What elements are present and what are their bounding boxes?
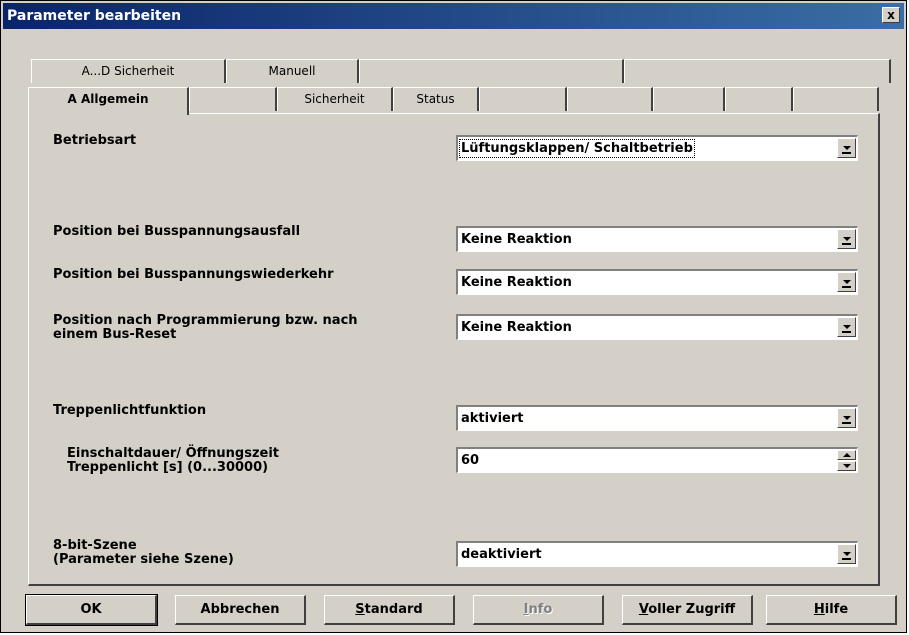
busspannungswiederkehr-value: Keine Reaktion <box>461 275 572 290</box>
tab-empty-1[interactable] <box>359 59 624 83</box>
spin-down-icon[interactable] <box>837 461 856 471</box>
voller-hotkey: V <box>638 602 649 617</box>
tab-empty-7[interactable] <box>725 87 793 111</box>
einschaltdauer-label-line2: Treppenlicht [s] (0...30000) <box>67 460 269 475</box>
spin-buttons <box>837 450 856 471</box>
tab-empty-2[interactable] <box>624 59 891 83</box>
chevron-down-icon[interactable] <box>837 138 856 158</box>
hilfe-button[interactable]: Hilfe <box>766 595 897 625</box>
einschaltdauer-label-line1: Einschaltdauer/ Öffnungszeit <box>67 446 280 461</box>
close-button[interactable]: x <box>882 7 900 23</box>
tab-empty-8[interactable] <box>793 87 879 111</box>
programmierung-label-line2: einem Bus-Reset <box>53 327 177 342</box>
tab-a-allgemein[interactable]: A Allgemein <box>28 87 189 115</box>
busspannungsausfall-label: Position bei Busspannungsausfall <box>53 224 301 239</box>
programmierung-value: Keine Reaktion <box>461 320 572 335</box>
chevron-down-icon[interactable] <box>837 544 856 564</box>
tab-empty-6[interactable] <box>653 87 725 111</box>
tab-ad-sicherheit[interactable]: A...D Sicherheit <box>31 59 226 83</box>
tab-empty-4[interactable] <box>479 87 567 111</box>
betriebsart-value: Lüftungsklappen/ Schaltbetrieb <box>459 139 695 158</box>
szene-select[interactable]: deaktiviert <box>456 541 858 567</box>
programmierung-select[interactable]: Keine Reaktion <box>456 314 858 340</box>
voller-label: oller Zugriff <box>648 602 736 617</box>
title-bar[interactable]: Parameter bearbeiten x <box>3 3 904 29</box>
treppenlicht-label: Treppenlichtfunktion <box>53 403 207 418</box>
einschaltdauer-spinbox[interactable]: 60 <box>456 447 858 473</box>
window-title: Parameter bearbeiten <box>7 8 182 24</box>
programmierung-label-line1: Position nach Programmierung bzw. nach <box>53 313 358 328</box>
treppenlicht-value: aktiviert <box>461 411 524 426</box>
busspannungsausfall-select[interactable]: Keine Reaktion <box>456 226 858 252</box>
einschaltdauer-value: 60 <box>461 453 480 468</box>
voller-zugriff-button[interactable]: Voller Zugriff <box>622 595 753 625</box>
szene-label-line1: 8-bit-Szene <box>53 538 137 553</box>
ok-button[interactable]: OK <box>25 594 158 626</box>
szene-label: 8-bit-Szene (Parameter siehe Szene) <box>53 539 234 567</box>
tab-status[interactable]: Status <box>393 87 479 111</box>
busspannungswiederkehr-label: Position bei Busspannungswiederkehr <box>53 267 334 282</box>
chevron-down-icon[interactable] <box>837 229 856 249</box>
abbrechen-button[interactable]: Abbrechen <box>175 595 306 625</box>
tab-sicherheit[interactable]: Sicherheit <box>277 87 393 111</box>
tab-empty-5[interactable] <box>567 87 653 111</box>
parameter-panel <box>28 113 880 586</box>
hilfe-label: ilfe <box>824 602 849 617</box>
spin-up-icon[interactable] <box>837 450 856 460</box>
hilfe-hotkey: H <box>813 602 825 617</box>
chevron-down-icon[interactable] <box>837 408 856 428</box>
szene-label-line2: (Parameter siehe Szene) <box>53 552 234 567</box>
treppenlicht-select[interactable]: aktiviert <box>456 405 858 431</box>
busspannungswiederkehr-select[interactable]: Keine Reaktion <box>456 269 858 295</box>
standard-hotkey: S <box>355 602 365 617</box>
chevron-down-icon[interactable] <box>837 317 856 337</box>
busspannungsausfall-value: Keine Reaktion <box>461 232 572 247</box>
programmierung-label: Position nach Programmierung bzw. nach e… <box>53 314 358 342</box>
tab-manuell[interactable]: Manuell <box>226 59 359 83</box>
chevron-down-icon[interactable] <box>837 272 856 292</box>
betriebsart-label: Betriebsart <box>53 133 137 148</box>
szene-value: deaktiviert <box>461 547 542 562</box>
info-label: nfo <box>528 602 553 617</box>
parameter-dialog: Parameter bearbeiten x A...D Sicherheit … <box>0 0 907 633</box>
standard-button[interactable]: Standard <box>324 595 455 625</box>
einschaltdauer-label: Einschaltdauer/ Öffnungszeit Treppenlich… <box>67 447 279 475</box>
tab-empty-3[interactable] <box>189 87 277 111</box>
info-button: Info <box>473 595 604 625</box>
betriebsart-select[interactable]: Lüftungsklappen/ Schaltbetrieb <box>456 135 858 161</box>
standard-label: tandard <box>364 602 423 617</box>
